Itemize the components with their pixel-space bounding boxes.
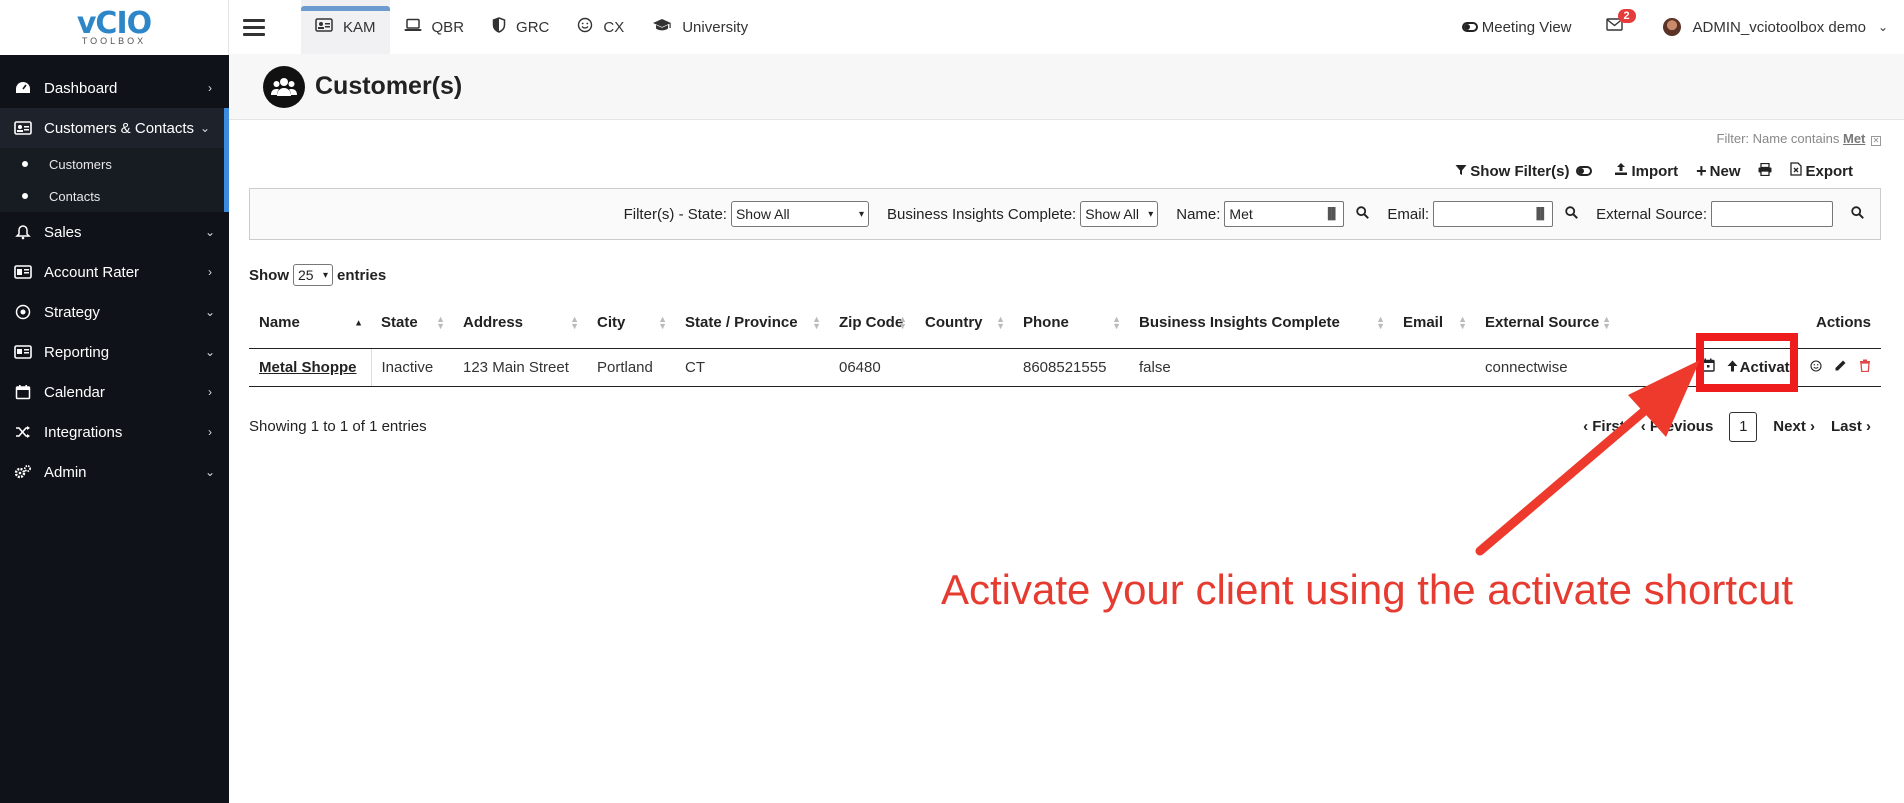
annotation-arrow [1475,360,1700,556]
annotation-caption: Activate your client using the activate … [939,566,1796,614]
